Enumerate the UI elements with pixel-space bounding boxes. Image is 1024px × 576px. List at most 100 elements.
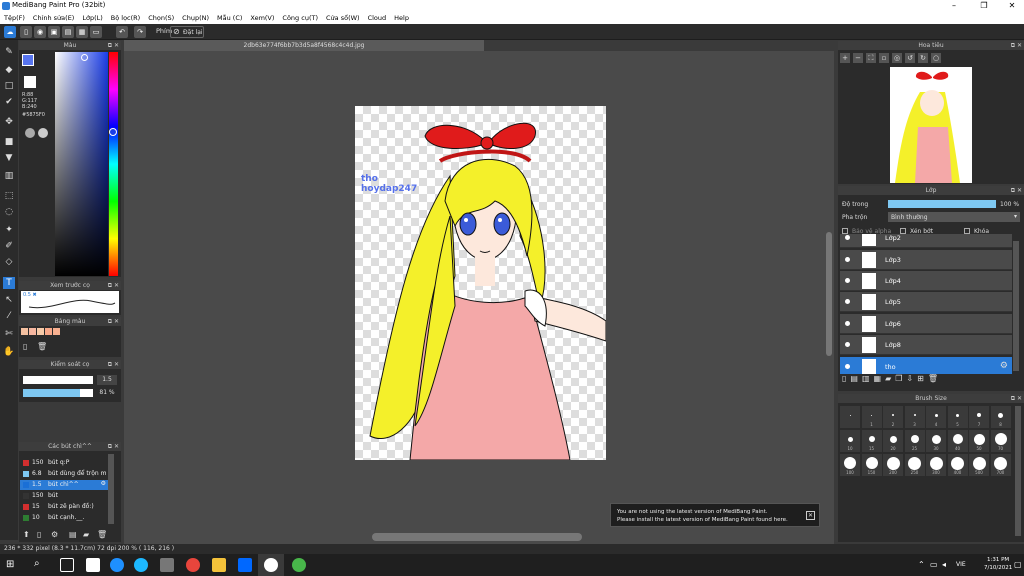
brush-size-cell[interactable]: 10: [840, 430, 860, 452]
brush-copy-icon[interactable]: ▤: [69, 530, 77, 539]
brush-size-cell[interactable]: 2: [883, 406, 903, 428]
maximize-icon[interactable]: ❐: [974, 0, 994, 12]
brush-size-cell[interactable]: 250: [904, 454, 925, 476]
shape-tool-icon[interactable]: □: [3, 80, 15, 92]
new-file-icon[interactable]: ▯: [20, 26, 32, 38]
navigator-thumbnail[interactable]: [890, 67, 972, 183]
brush-size-cell[interactable]: 30: [926, 430, 946, 452]
color-wheel-icon[interactable]: [25, 128, 35, 138]
delete-layer-icon[interactable]: 🗑: [928, 374, 938, 383]
sv-cursor[interactable]: [81, 54, 88, 61]
brush-size-slider[interactable]: [23, 376, 93, 384]
add-8bit-layer-icon[interactable]: ▦: [874, 374, 882, 383]
layer-item[interactable]: Lớp3: [840, 250, 1012, 270]
layer-item[interactable]: Lớp5: [840, 292, 1012, 312]
menu-tools[interactable]: Công cụ(T): [282, 14, 318, 22]
fill-rect-tool-icon[interactable]: ■: [3, 136, 15, 148]
app-icon[interactable]: [160, 558, 174, 572]
zoom-out-icon[interactable]: −: [853, 53, 863, 63]
brush-size-cell[interactable]: 3: [904, 406, 925, 428]
update-notification[interactable]: You are not using the latest version of …: [610, 503, 820, 527]
menu-layer[interactable]: Lớp(L): [82, 14, 102, 22]
rotate-right-icon[interactable]: ↻: [918, 53, 928, 63]
brush-size-cell[interactable]: 15: [861, 430, 882, 452]
eyedropper-tool-icon[interactable]: ⁄: [3, 310, 15, 322]
palette-swatch[interactable]: [29, 328, 36, 335]
menu-filter[interactable]: Bộ lọc(R): [111, 14, 140, 22]
volume-icon[interactable]: ◂: [942, 560, 946, 569]
add-folder-icon[interactable]: ▰: [885, 374, 891, 383]
rotate-left-icon[interactable]: ↺: [905, 53, 915, 63]
magic-wand-icon[interactable]: ✦: [3, 224, 15, 236]
menu-cloud[interactable]: Cloud: [368, 14, 387, 22]
select-tool-icon[interactable]: ⬚: [3, 190, 15, 202]
palette-delete-icon[interactable]: 🗑: [37, 342, 47, 351]
check-tool-icon[interactable]: ✔: [3, 96, 15, 108]
palette-swatch[interactable]: [21, 328, 28, 335]
brush-item-selected[interactable]: 1.5 bút chì^^ ⚙: [20, 480, 108, 490]
windows-start-icon[interactable]: ⊞: [6, 559, 14, 570]
lasso-tool-icon[interactable]: ◌: [3, 206, 15, 218]
hue-slider[interactable]: [109, 52, 118, 276]
operation-tool-icon[interactable]: ↖: [3, 294, 15, 306]
gradient-tool-icon[interactable]: ▥: [3, 170, 15, 182]
select-eraser-icon[interactable]: ◇: [3, 256, 15, 268]
add-1bit-layer-icon[interactable]: ▥: [862, 374, 870, 383]
file-explorer-icon[interactable]: [212, 558, 226, 572]
brush-size-cell[interactable]: 20: [883, 430, 903, 452]
transparent-color-swatch[interactable]: [24, 76, 36, 88]
task-view-icon[interactable]: [60, 558, 74, 572]
brush-size-cell[interactable]: 50: [969, 430, 989, 452]
horizontal-scrollbar[interactable]: [372, 533, 582, 541]
language-indicator[interactable]: VIE: [956, 561, 966, 568]
chat-icon[interactable]: ◉: [34, 26, 46, 38]
eye-icon[interactable]: [845, 321, 850, 326]
menu-template[interactable]: Mẫu (C): [217, 14, 242, 22]
network-icon[interactable]: ▭: [930, 560, 938, 569]
brush-new-icon[interactable]: ▯: [37, 530, 41, 539]
bucket-tool-icon[interactable]: ▼: [3, 152, 15, 164]
brush-size-cell[interactable]: 40: [947, 430, 968, 452]
menu-select[interactable]: Chọn(S): [148, 14, 174, 22]
brush-item[interactable]: 150 bút: [20, 491, 108, 501]
chrome-icon[interactable]: [186, 558, 200, 572]
active-taskbar-slot[interactable]: [258, 554, 284, 576]
eye-icon[interactable]: [845, 364, 850, 369]
grid-icon[interactable]: ▦: [76, 26, 88, 38]
brush-item[interactable]: 15 bút zê pàn đồ:): [20, 502, 108, 512]
eraser-tool-icon[interactable]: ◆: [3, 64, 15, 76]
brush-settings-icon[interactable]: ⚙: [51, 530, 58, 539]
brush-size-cell[interactable]: 7: [969, 406, 989, 428]
add-layer-icon[interactable]: ▯: [842, 374, 846, 383]
menu-edit[interactable]: Chỉnh sửa(E): [33, 14, 74, 22]
gear-icon[interactable]: ⚙: [1000, 361, 1008, 371]
open-icon[interactable]: ▣: [48, 26, 60, 38]
brush-size-cell[interactable]: 700: [990, 454, 1011, 476]
layer-item[interactable]: Lớp8: [840, 335, 1012, 355]
brush-item[interactable]: 150 bút q:P: [20, 458, 108, 468]
brush-size-cell[interactable]: 500: [969, 454, 989, 476]
brush-size-scrollbar[interactable]: [1015, 406, 1021, 536]
menu-file[interactable]: Tệp(F): [4, 14, 25, 22]
brush-item[interactable]: 10 bút cạnh.__.: [20, 513, 108, 523]
brush-size-cell[interactable]: [840, 406, 860, 428]
palette-swatch[interactable]: [37, 328, 44, 335]
document-tab[interactable]: 2db63e774f6bb7b3d5a8f4568c4c4d.jpg: [124, 40, 484, 51]
layer-item[interactable]: Lớp2: [840, 234, 1012, 248]
brush-item[interactable]: 6.8 bút dùng để trộn m: [20, 469, 108, 479]
flip-icon[interactable]: ◎: [892, 53, 902, 63]
brush-list-scrollbar[interactable]: [108, 454, 114, 524]
move-tool-icon[interactable]: ✥: [3, 116, 15, 128]
drawing-canvas[interactable]: tho hoydap247: [355, 106, 606, 460]
brush-tool-icon[interactable]: ✎: [3, 46, 15, 58]
palette-swatch[interactable]: [45, 328, 52, 335]
eye-icon[interactable]: [845, 235, 850, 240]
redo-icon[interactable]: ↷: [134, 26, 146, 38]
brush-size-cell[interactable]: 300: [926, 454, 946, 476]
vertical-scrollbar[interactable]: [826, 232, 832, 356]
menu-window[interactable]: Cửa sổ(W): [326, 14, 360, 22]
brush-size-cell[interactable]: 8: [990, 406, 1011, 428]
brush-delete-icon[interactable]: 🗑: [97, 530, 107, 539]
hand-tool-icon[interactable]: ✋: [3, 346, 15, 358]
clock[interactable]: 1:31 PM 7/10/2021: [984, 556, 1012, 572]
